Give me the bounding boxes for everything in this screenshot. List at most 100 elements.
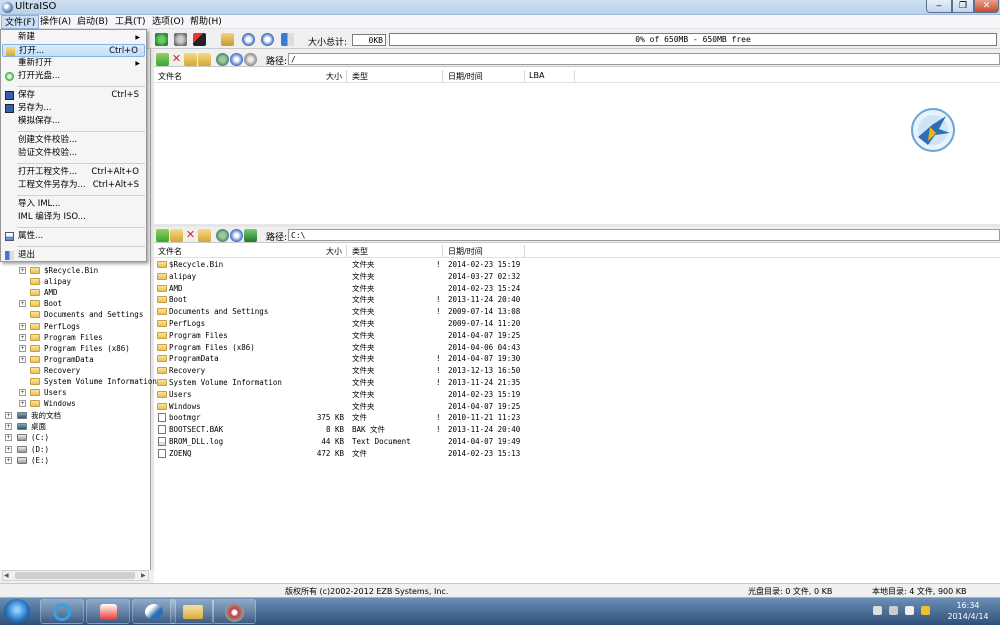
exit-icon[interactable] (281, 33, 294, 46)
menu-verify-checksum[interactable]: 验证文件校验... (2, 147, 145, 160)
expand-icon[interactable]: + (19, 300, 26, 308)
help-icon[interactable] (261, 33, 274, 46)
start-button[interactable] (4, 599, 30, 623)
menu-properties[interactable]: 属性... (2, 230, 145, 243)
menu-reopen[interactable]: 重新打开 ▶ (2, 57, 145, 70)
table-row[interactable]: ProgramData 文件夹! 2014-04-07 19:30 (156, 353, 676, 364)
table-row[interactable]: Program Files (x86) 文件夹 2014-04-06 04:43 (156, 342, 676, 353)
menu-open[interactable]: 打开... Ctrl+O (2, 44, 145, 57)
expand-icon[interactable]: + (19, 355, 26, 363)
tree-item[interactable]: System Volume Information (0, 376, 157, 387)
mount-icon[interactable] (155, 33, 168, 46)
menu-create-checksum[interactable]: 创建文件校验... (2, 134, 145, 147)
tray-clock[interactable]: 16:34 2014/4/14 (940, 600, 996, 622)
table-row[interactable]: Program Files 文件夹 2014-04-07 19:25 (156, 330, 676, 341)
col-date[interactable]: 日期/时间 (448, 71, 483, 82)
menu-options[interactable]: 选项(O) (149, 15, 187, 29)
minimize-button[interactable]: ‒ (926, 0, 952, 13)
menu-file[interactable]: 文件(F) (1, 15, 40, 29)
menu-import-iml[interactable]: 导入 IML... (2, 198, 145, 211)
expand-icon[interactable]: + (5, 445, 12, 453)
col-type[interactable]: 类型 (352, 71, 368, 82)
tree-horizontal-scrollbar[interactable]: ◀ ▶ (2, 570, 149, 581)
local-add-icon[interactable] (244, 229, 257, 242)
table-row[interactable]: Users 文件夹 2014-02-23 15:19 (156, 389, 676, 400)
expand-icon[interactable]: + (5, 423, 12, 431)
table-row[interactable]: bootmgr 375 KB 文件! 2010-11-21 11:23 (156, 412, 676, 423)
expand-icon[interactable]: + (5, 456, 12, 464)
col-filename[interactable]: 文件名 (158, 71, 182, 82)
local-new-folder-icon[interactable] (170, 229, 183, 242)
table-row[interactable]: PerfLogs 文件夹 2009-07-14 11:20 (156, 318, 676, 329)
expand-icon[interactable]: + (19, 267, 26, 274)
local-rename-icon[interactable] (198, 229, 211, 242)
local-col-filename[interactable]: 文件名 (158, 246, 182, 257)
table-row[interactable]: AMD 文件夹 2014-02-23 15:24 (156, 283, 676, 294)
maximize-button[interactable]: ❐ (952, 0, 974, 13)
local-settings-icon[interactable] (230, 229, 243, 242)
extract-icon[interactable] (221, 33, 234, 46)
tray-flag-icon[interactable] (889, 606, 898, 615)
tree-root-item[interactable]: + (D:) (0, 444, 151, 455)
table-row[interactable]: ZOENQ 472 KB 文件 2014-02-23 15:13 (156, 448, 676, 459)
expand-icon[interactable]: + (19, 389, 26, 397)
expand-icon[interactable]: + (5, 412, 12, 419)
tree-item[interactable]: + ProgramData (0, 354, 151, 365)
settings-icon[interactable] (230, 53, 243, 66)
scroll-left-icon[interactable]: ◀ (4, 572, 9, 579)
menu-save-project-as[interactable]: 工程文件另存为... Ctrl+Alt+S (2, 179, 145, 192)
taskbar-ie[interactable] (40, 599, 84, 624)
tree-root-item[interactable]: + (C:) (0, 432, 151, 443)
local-refresh-icon[interactable] (216, 229, 229, 242)
tree-root-item[interactable]: + 桌面 (0, 421, 151, 432)
tree-item[interactable]: + Program Files (x86) (0, 343, 151, 354)
menu-open-project[interactable]: 打开工程文件... Ctrl+Alt+O (2, 166, 145, 179)
col-lba[interactable]: LBA (529, 71, 544, 80)
compress-icon[interactable] (193, 33, 206, 46)
menu-save[interactable]: 保存 Ctrl+S (2, 89, 145, 102)
tray-network-icon[interactable] (873, 606, 882, 615)
local-col-size[interactable]: 大小 (326, 246, 342, 257)
info-icon[interactable] (242, 33, 255, 46)
new-folder-icon[interactable] (184, 53, 197, 66)
tray-volume-icon[interactable] (905, 606, 914, 615)
tree-item[interactable]: + Boot (0, 298, 151, 309)
table-row[interactable]: System Volume Information 文件夹! 2013-11-24 … (156, 377, 676, 388)
local-path-input[interactable]: C:\ (288, 229, 1000, 241)
tree-item[interactable]: + Program Files (0, 332, 151, 343)
menu-open-disc[interactable]: 打开光盘... (2, 70, 145, 83)
local-delete-icon[interactable]: ✕ (184, 229, 197, 242)
taskbar-explorer[interactable] (170, 599, 214, 624)
tree-item[interactable]: + PerfLogs (0, 321, 151, 332)
table-row[interactable]: BROM_DLL.log 44 KB Text Document 2014-04-07… (156, 436, 676, 447)
expand-icon[interactable]: + (5, 434, 12, 442)
table-row[interactable]: BOOTSECT.BAK 8 KB BAK 文件! 2013-11-24 20:40 (156, 424, 676, 435)
tree-item[interactable]: + Users (0, 387, 151, 398)
local-up-folder-icon[interactable] (156, 229, 169, 242)
menu-bootable[interactable]: 启动(B) (74, 15, 111, 29)
tree-item[interactable]: Documents and Settings (0, 309, 151, 320)
up-folder-icon[interactable] (156, 53, 169, 66)
menu-save-as[interactable]: 另存为... (2, 102, 145, 115)
local-col-date[interactable]: 日期/时间 (448, 246, 483, 257)
close-button[interactable]: ✕ (974, 0, 999, 13)
taskbar-media[interactable] (212, 599, 256, 624)
menu-help[interactable]: 帮助(H) (187, 15, 225, 29)
refresh-icon[interactable] (216, 53, 229, 66)
menu-tools[interactable]: 工具(T) (112, 15, 149, 29)
table-row[interactable]: Documents and Settings 文件夹! 2009-07-14 13:… (156, 306, 676, 317)
tree-item[interactable]: Recovery (0, 365, 151, 376)
tree-root-item[interactable]: + 我的文档 (0, 410, 151, 421)
menu-compile-iml[interactable]: IML 编译为 ISO... (2, 211, 145, 224)
expand-icon[interactable]: + (19, 333, 26, 341)
taskbar-app[interactable] (86, 599, 130, 624)
view-icon[interactable] (244, 53, 257, 66)
table-row[interactable]: Windows 文件夹 2014-04-07 19:25 (156, 401, 676, 412)
tree-item[interactable]: AMD (0, 287, 151, 298)
menu-actions[interactable]: 操作(A) (37, 15, 74, 29)
menu-simulate-save[interactable]: 模拟保存... (2, 115, 145, 128)
iso-path-input[interactable]: / (288, 53, 1000, 65)
expand-icon[interactable]: + (19, 344, 26, 352)
menu-exit[interactable]: 退出 (2, 249, 145, 262)
expand-icon[interactable]: + (19, 322, 26, 330)
